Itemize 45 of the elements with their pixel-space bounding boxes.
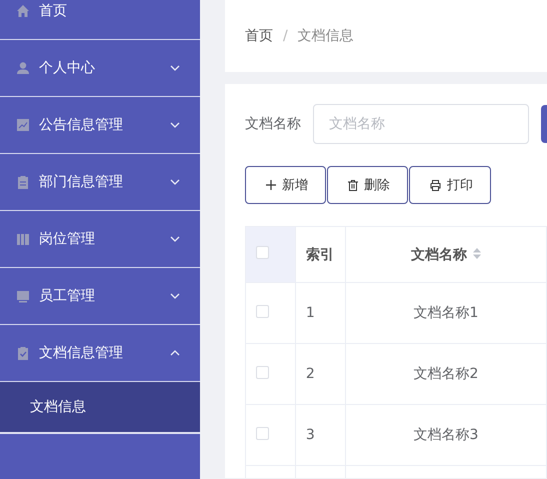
table-cell: 3: [306, 427, 315, 443]
chevron-down-icon: [170, 293, 180, 299]
table-cell: 文档名称3: [413, 427, 478, 443]
menu-item[interactable]: 首页: [0, 0, 200, 40]
menu-item[interactable]: 岗位管理: [0, 211, 200, 268]
home-icon: [16, 4, 30, 18]
chevron-down-icon: [170, 236, 180, 242]
breadcrumb-link[interactable]: 首页: [245, 27, 273, 45]
column-header[interactable]: 文档名称: [410, 246, 467, 262]
table-cell: 文档名称2: [413, 366, 478, 382]
checkbox[interactable]: [256, 246, 269, 259]
toolbar-button[interactable]: 新增: [245, 166, 326, 204]
submenu-item[interactable]: 文档信息: [0, 382, 200, 434]
chart-icon: [16, 118, 30, 132]
menu-item[interactable]: 个人中心: [0, 40, 200, 97]
table-cell: 1: [306, 305, 315, 321]
table-cell: 2: [306, 366, 315, 382]
toolbar-button[interactable]: 删除: [327, 166, 408, 204]
sort-icon[interactable]: [472, 248, 481, 258]
toolbar-button[interactable]: 打印: [409, 166, 491, 204]
chevron-up-icon: [170, 350, 180, 356]
plus-icon: [266, 180, 276, 190]
trash-icon: [348, 180, 358, 190]
chevron-down-icon: [170, 65, 180, 71]
chevron-down-icon: [170, 179, 180, 185]
checkbox[interactable]: [256, 366, 269, 378]
search-field[interactable]: 文档名称: [313, 104, 529, 144]
menu-item[interactable]: 员工管理: [0, 268, 200, 325]
printer-icon: [430, 180, 441, 190]
books-icon: [16, 232, 30, 246]
clipboard-icon: [16, 175, 30, 189]
checkbox[interactable]: [256, 304, 269, 318]
chevron-down-icon: [170, 122, 180, 128]
monitor-icon: [16, 289, 30, 303]
column-header: 索引: [306, 246, 334, 262]
checkbox[interactable]: [256, 426, 269, 440]
breadcrumb-separator: /: [283, 28, 288, 44]
search-button[interactable]: [541, 105, 547, 143]
user-icon: [16, 61, 30, 75]
table-cell: 文档名称1: [413, 305, 478, 321]
search-label: 文档名称: [245, 115, 301, 133]
breadcrumb-current: 文档信息: [298, 27, 354, 45]
clipboard-check-icon: [16, 346, 30, 360]
menu-item[interactable]: 公告信息管理: [0, 97, 200, 154]
menu-item[interactable]: 部门信息管理: [0, 154, 200, 211]
